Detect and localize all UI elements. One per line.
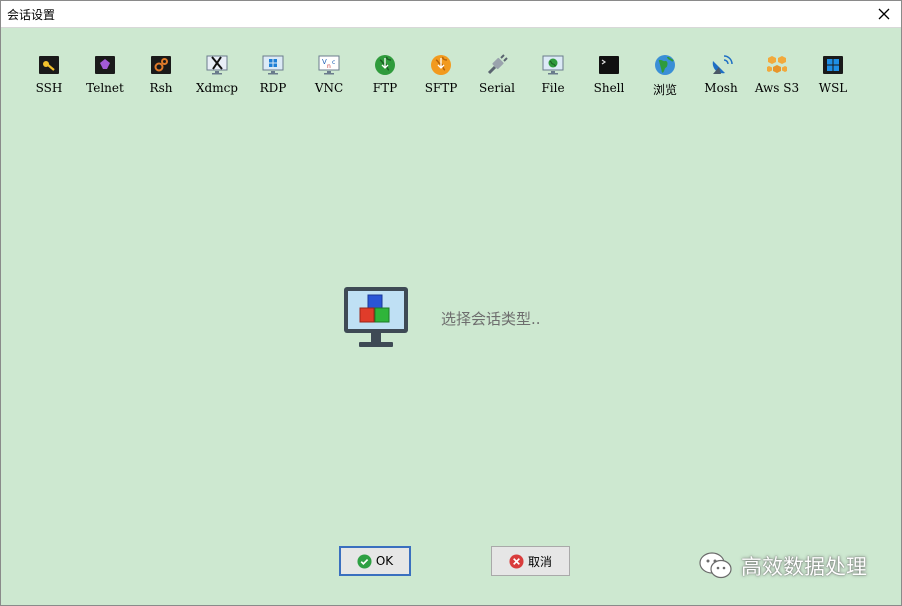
cancel-button[interactable]: 取消	[491, 546, 570, 576]
file-monitor-icon	[542, 55, 564, 75]
tool-label: Telnet	[86, 81, 124, 95]
session-type-sftp[interactable]: SFTP	[413, 53, 469, 99]
vnc-monitor-icon: Vnc	[318, 55, 340, 75]
session-type-xdmcp[interactable]: Xdmcp	[189, 53, 245, 99]
session-type-file[interactable]: File	[525, 53, 581, 99]
serial-plug-icon	[487, 54, 508, 75]
ssh-key-icon	[39, 56, 59, 74]
session-type-mosh[interactable]: Mosh	[693, 53, 749, 99]
wechat-logo-icon	[699, 552, 732, 579]
tool-label: Shell	[593, 81, 625, 95]
shell-terminal-icon	[599, 56, 619, 74]
tool-label: RDP	[259, 81, 287, 95]
tool-label: SSH	[35, 81, 63, 95]
ftp-globe-icon	[375, 55, 395, 75]
xdmcp-x-icon	[206, 55, 228, 75]
tool-label: Serial	[479, 81, 515, 95]
ok-button[interactable]: OK	[339, 546, 411, 576]
wsl-windows-icon	[823, 56, 843, 74]
svg-text:n: n	[327, 63, 331, 70]
svg-text:c: c	[332, 59, 335, 66]
watermark: 高效数据处理	[699, 551, 867, 581]
tool-label: Mosh	[704, 81, 738, 95]
telnet-icon	[95, 56, 115, 74]
tool-label: File	[541, 81, 565, 95]
check-circle-icon	[357, 553, 372, 569]
session-type-toolbar: SSH Telnet Rsh Xdmcp RDP Vnc VNC FTP SFT…	[21, 53, 881, 101]
session-type-monitor-icon	[344, 287, 408, 347]
cancel-circle-icon	[509, 553, 524, 569]
session-type-ssh[interactable]: SSH	[21, 53, 77, 99]
rsh-gears-icon	[151, 56, 171, 74]
session-settings-dialog: 会话设置 SSH Telnet Rsh Xdmcp RDP V n c VNC …	[0, 0, 902, 606]
session-type-ftp[interactable]: FTP	[357, 53, 413, 99]
sftp-globe-icon	[431, 55, 451, 75]
tool-label: FTP	[372, 81, 398, 95]
session-type-shell[interactable]: Shell	[581, 53, 637, 99]
title-bar: 会话设置	[1, 1, 901, 28]
mosh-satellite-icon	[712, 55, 733, 74]
close-icon	[878, 8, 890, 20]
session-type-serial[interactable]: Serial	[469, 53, 525, 99]
rdp-windows-monitor-icon	[262, 55, 284, 75]
session-type-vnc[interactable]: Vnc VNC	[301, 53, 357, 99]
close-button[interactable]	[871, 1, 897, 27]
window-title: 会话设置	[7, 8, 56, 22]
aws-s3-cubes-icon	[767, 56, 787, 73]
session-type-wsl[interactable]: WSL	[805, 53, 861, 99]
watermark-text: 高效数据处理	[741, 555, 867, 579]
session-type-telnet[interactable]: Telnet	[77, 53, 133, 99]
session-type-aws-s3[interactable]: Aws S3	[749, 53, 805, 99]
tool-label: VNC	[314, 81, 344, 95]
tool-label: SFTP	[424, 81, 458, 95]
tool-label: Xdmcp	[195, 81, 238, 95]
ok-button-label: OK	[375, 554, 394, 568]
tool-label: Rsh	[149, 81, 173, 95]
tool-label: 浏览	[652, 83, 677, 97]
session-type-rdp[interactable]: RDP	[245, 53, 301, 99]
select-session-type-hint: 选择会话类型..	[441, 310, 541, 328]
tool-label: WSL	[818, 81, 848, 95]
tool-label: Aws S3	[754, 81, 800, 95]
session-type-rsh[interactable]: Rsh	[133, 53, 189, 99]
cancel-button-label: 取消	[527, 554, 552, 569]
browser-globe-icon	[655, 55, 675, 75]
session-type-browser[interactable]: 浏览	[637, 53, 693, 99]
